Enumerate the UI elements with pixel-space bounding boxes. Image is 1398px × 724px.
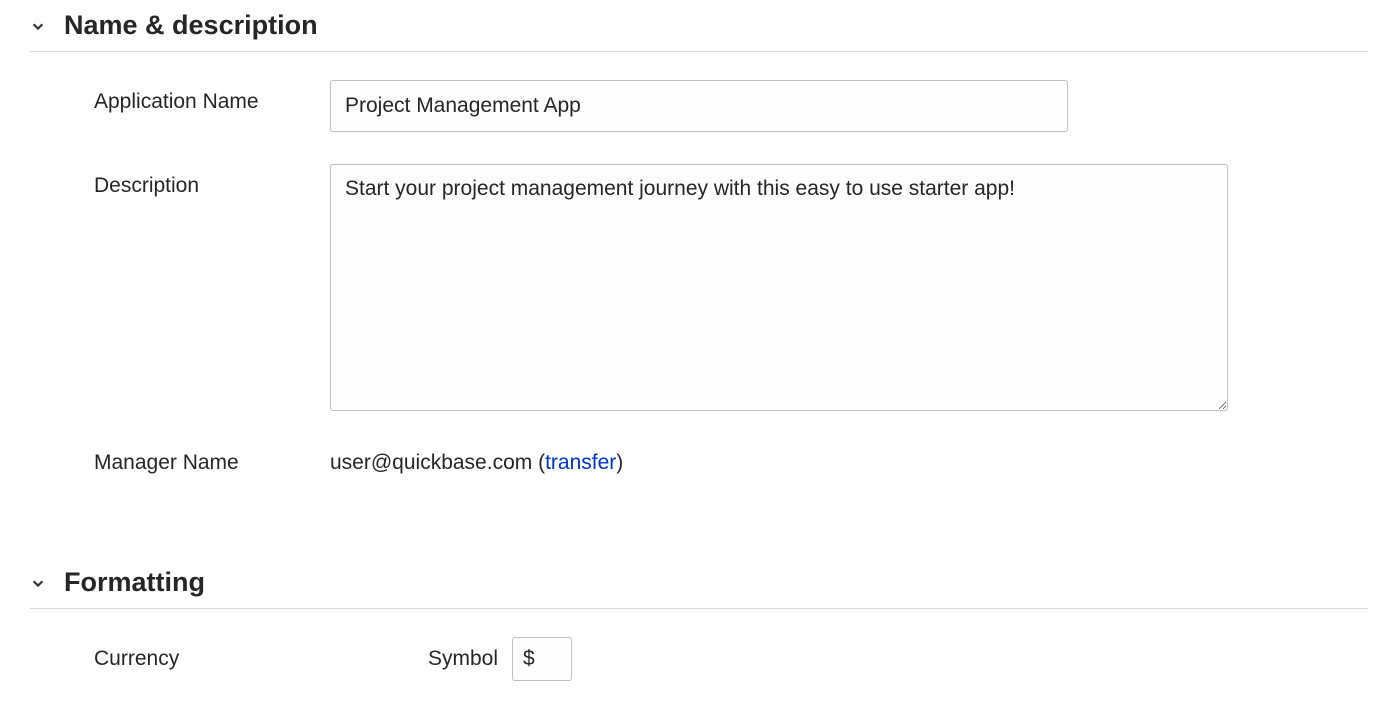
- description-label: Description: [30, 164, 330, 198]
- symbol-label: Symbol: [428, 647, 498, 671]
- application-name-input[interactable]: [330, 80, 1068, 132]
- description-textarea[interactable]: Start your project management journey wi…: [330, 164, 1228, 411]
- currency-symbol-input[interactable]: [512, 637, 572, 681]
- chevron-down-icon: [30, 575, 46, 591]
- manager-email: user@quickbase.com: [330, 451, 532, 474]
- section-header-name-description[interactable]: Name & description: [30, 10, 1368, 52]
- section-title-name-description: Name & description: [64, 10, 318, 41]
- section-title-formatting: Formatting: [64, 567, 205, 598]
- currency-label: Currency: [30, 647, 330, 671]
- manager-name-label: Manager Name: [30, 449, 330, 475]
- manager-name-value: user@quickbase.com (transfer): [330, 449, 623, 475]
- chevron-down-icon: [30, 18, 46, 34]
- paren-close: ): [616, 451, 623, 474]
- section-header-formatting[interactable]: Formatting: [30, 567, 1368, 609]
- application-name-label: Application Name: [30, 80, 330, 114]
- transfer-link[interactable]: transfer: [545, 451, 616, 474]
